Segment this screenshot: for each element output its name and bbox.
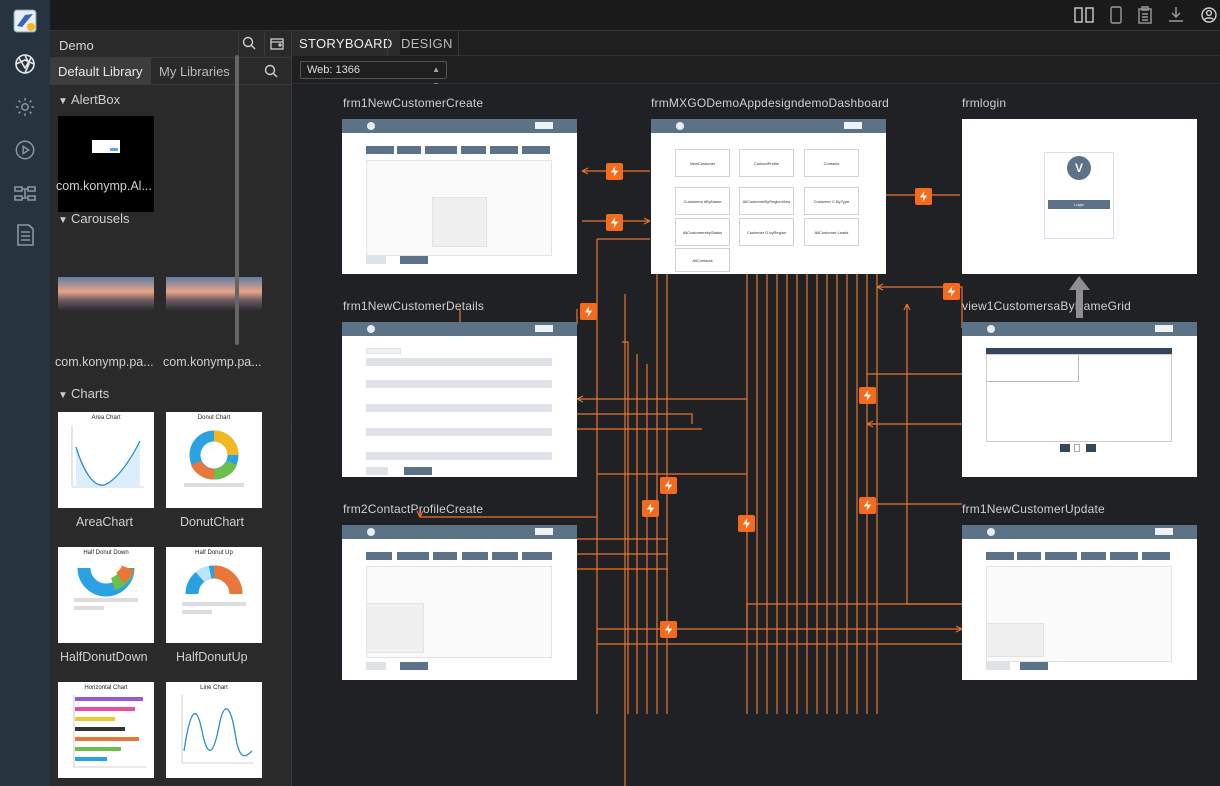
project-header: Demo bbox=[50, 31, 291, 58]
tab-design[interactable]: DESIGN bbox=[394, 31, 460, 56]
form-label: frm2ContactProfileCreate bbox=[343, 502, 484, 516]
form-label: frm1NewCustomerCreate bbox=[343, 96, 484, 110]
action-bolt-icon[interactable] bbox=[859, 497, 876, 514]
data-model-icon[interactable] bbox=[12, 180, 38, 206]
alertbox-thumbnail[interactable] bbox=[58, 116, 154, 212]
form-new-customer-update[interactable] bbox=[962, 525, 1197, 680]
login-logo-icon: V bbox=[1067, 156, 1091, 180]
add-form-icon[interactable] bbox=[270, 37, 284, 56]
download-icon[interactable] bbox=[1164, 4, 1188, 26]
channel-select[interactable]: Web: 1366▲▼ bbox=[300, 61, 447, 90]
arrow-up-icon bbox=[1069, 276, 1090, 318]
donut-chart-thumbnail[interactable]: Donut Chart bbox=[166, 412, 262, 508]
form-contact-profile-create[interactable] bbox=[342, 525, 577, 680]
form-label: frmlogin bbox=[962, 96, 1007, 110]
horizontal-chart-thumbnail[interactable]: Horizontal Chart bbox=[58, 682, 154, 778]
action-bolt-icon[interactable] bbox=[738, 515, 755, 532]
project-name: Demo bbox=[59, 38, 94, 53]
dashboard-card[interactable]: Customers #ByName bbox=[675, 187, 730, 215]
action-bolt-icon[interactable] bbox=[915, 188, 932, 205]
dashboard-card[interactable]: AllCustomer Leads bbox=[804, 218, 859, 246]
library-search-icon[interactable] bbox=[264, 64, 278, 83]
visualizer-logo-icon[interactable] bbox=[12, 8, 38, 34]
channel-bar: Web: 1366▲▼ bbox=[292, 56, 1220, 90]
dashboard-card[interactable]: Contacts bbox=[804, 149, 859, 177]
action-bolt-icon[interactable] bbox=[580, 303, 597, 320]
half-donut-up-thumbnail[interactable]: Half Donut Up bbox=[166, 547, 262, 643]
form-new-customer-details[interactable] bbox=[342, 322, 577, 477]
dashboard-card[interactable]: Customer C.ByType bbox=[804, 187, 859, 215]
tab-default-library[interactable]: Default Library bbox=[50, 58, 151, 85]
chevron-down-icon: ▼ bbox=[58, 215, 68, 226]
half-donut-down-thumbnail[interactable]: Half Donut Down bbox=[58, 547, 154, 643]
chevron-down-icon: ▼ bbox=[58, 96, 68, 107]
view-tabs: STORYBOARD DESIGN bbox=[292, 31, 1220, 56]
chart-item-label: HalfDonutDown bbox=[60, 650, 148, 664]
dashboard-card[interactable]: Customer D.byRegion bbox=[739, 218, 794, 246]
form-dashboard[interactable]: NewCustomer ContactProfile Contacts Cust… bbox=[651, 119, 886, 274]
top-toolbar bbox=[50, 0, 1220, 31]
dashboard-card[interactable]: NewCustomer bbox=[675, 149, 730, 177]
form-label: frm1NewCustomerUpdate bbox=[962, 502, 1105, 516]
account-icon[interactable] bbox=[1197, 4, 1220, 26]
carousel-thumbnail-2[interactable] bbox=[166, 246, 262, 342]
library-panel: Demo Default Library My Libraries ▼ Alert… bbox=[50, 31, 291, 786]
action-bolt-icon[interactable] bbox=[943, 283, 960, 300]
form-label: frm1NewCustomerDetails bbox=[343, 299, 485, 313]
section-alertbox[interactable]: ▼ AlertBox bbox=[58, 92, 120, 107]
action-bolt-icon[interactable] bbox=[606, 163, 623, 180]
components-icon[interactable] bbox=[12, 51, 38, 77]
chart-item-label: AreaChart bbox=[76, 515, 133, 529]
carousel-item-label: com.konymp.pa... bbox=[163, 355, 262, 369]
mobile-device-icon[interactable] bbox=[1104, 4, 1128, 26]
tab-my-libraries[interactable]: My Libraries bbox=[151, 58, 238, 85]
preview-play-icon[interactable] bbox=[12, 137, 38, 163]
library-scrollbar[interactable] bbox=[235, 55, 239, 345]
settings-gear-icon[interactable] bbox=[12, 94, 38, 120]
login-button[interactable]: Login bbox=[1048, 200, 1110, 209]
form-label: frmMXGODemoAppdesigndemoDashboard bbox=[651, 96, 890, 110]
line-chart-thumbnail[interactable]: Line Chart bbox=[166, 682, 262, 778]
action-bolt-icon[interactable] bbox=[606, 214, 623, 231]
form-new-customer-create[interactable] bbox=[342, 119, 577, 274]
split-view-icon[interactable] bbox=[1072, 4, 1096, 26]
dashboard-card[interactable]: ContactProfile bbox=[739, 149, 794, 177]
section-carousels[interactable]: ▼ Carousels bbox=[58, 211, 130, 226]
carousel-thumbnail-1[interactable] bbox=[58, 246, 154, 342]
action-bolt-icon[interactable] bbox=[660, 477, 677, 494]
dashboard-card[interactable]: AllCustomersbyStatus bbox=[675, 218, 730, 246]
chart-item-label: HalfDonutUp bbox=[176, 650, 248, 664]
alertbox-item-label: com.konymp.Al... bbox=[56, 179, 152, 193]
area-chart-thumbnail[interactable]: Area Chart bbox=[58, 412, 154, 508]
search-icon[interactable] bbox=[242, 36, 256, 55]
clipboard-icon[interactable] bbox=[1133, 4, 1157, 26]
section-charts[interactable]: ▼ Charts bbox=[58, 386, 109, 401]
chevron-down-icon: ▼ bbox=[58, 390, 68, 401]
carousel-item-label: com.konymp.pa... bbox=[55, 355, 154, 369]
action-bolt-icon[interactable] bbox=[642, 500, 659, 517]
storyboard-canvas[interactable]: frm1NewCustomerCreate frmMXGODemoAppdesi… bbox=[292, 84, 1220, 786]
left-rail bbox=[0, 0, 50, 786]
library-tabs: Default Library My Libraries bbox=[50, 58, 291, 85]
action-bolt-icon[interactable] bbox=[859, 387, 876, 404]
form-login[interactable]: V Login bbox=[962, 119, 1197, 274]
page-list-icon[interactable] bbox=[12, 222, 38, 248]
dashboard-card[interactable]: AllCustomerByRegionView bbox=[739, 187, 794, 215]
chart-item-label: DonutChart bbox=[180, 515, 244, 529]
tab-storyboard[interactable]: STORYBOARD bbox=[292, 31, 400, 56]
form-label: view1CustomersaByNameGrid bbox=[962, 299, 1132, 313]
dashboard-card[interactable]: AllContacts bbox=[675, 248, 730, 272]
form-customers-grid[interactable] bbox=[962, 322, 1197, 477]
action-bolt-icon[interactable] bbox=[660, 621, 677, 638]
